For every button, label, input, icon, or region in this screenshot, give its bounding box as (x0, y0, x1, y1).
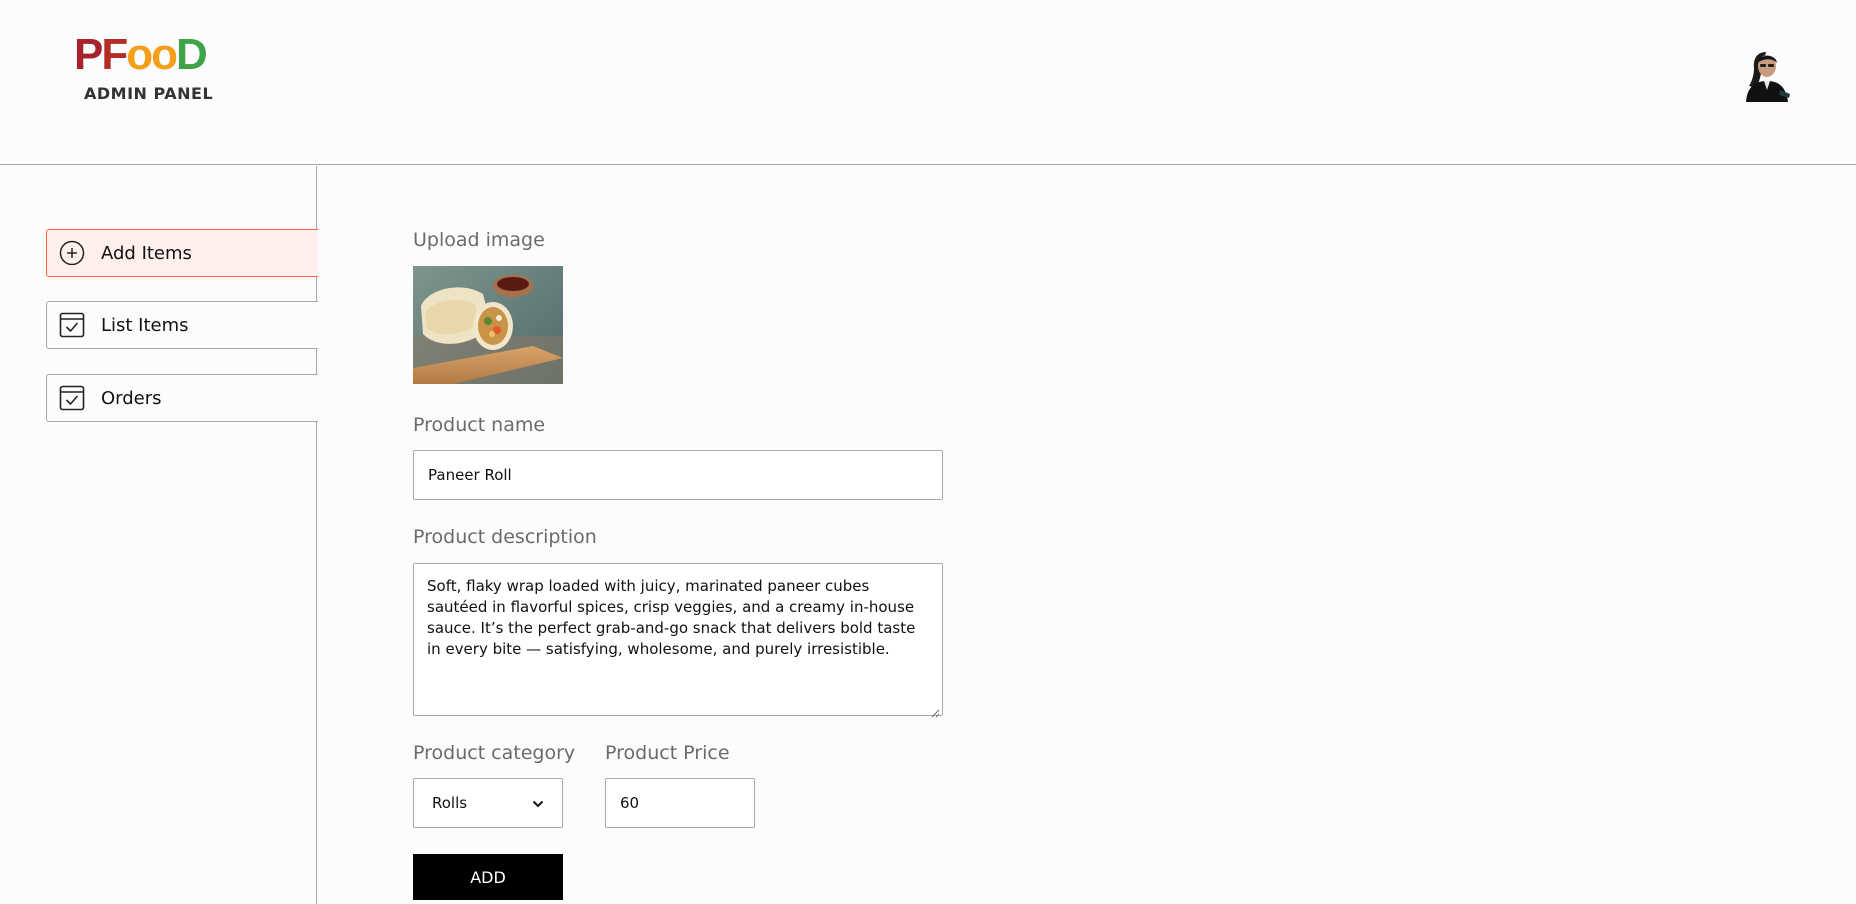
sidebar-item-label: List Items (101, 314, 189, 336)
sidebar-item-add-items[interactable]: Add Items (46, 229, 318, 277)
product-name-label: Product name (413, 414, 546, 436)
product-name-input[interactable]: Paneer Roll (413, 450, 943, 500)
pfood-logo: P Foo D ADMIN PANEL (74, 32, 214, 110)
add-button[interactable]: ADD (413, 854, 563, 900)
product-description-label: Product description (413, 526, 597, 548)
product-description-textarea[interactable]: Soft, flaky wrap loaded with juicy, mari… (413, 563, 943, 718)
sidebar-item-label: Orders (101, 387, 162, 409)
chevron-down-icon (532, 779, 544, 827)
upload-image-label: Upload image (413, 229, 545, 251)
checklist-icon (59, 312, 85, 338)
product-price-label: Product Price (605, 742, 730, 764)
upload-image-preview[interactable] (413, 266, 563, 384)
add-circle-icon (59, 240, 85, 266)
resize-grip-icon[interactable] (930, 703, 940, 718)
checklist-icon (59, 385, 85, 411)
category-selected-value: Rolls (432, 794, 468, 812)
product-category-label: Product category (413, 742, 576, 764)
sidebar: Add Items List Items Orders (0, 166, 318, 904)
add-item-form: Upload image Product name Paneer Roll Pr… (413, 166, 1813, 904)
logo-subtitle: ADMIN PANEL (84, 84, 214, 103)
profile-avatar[interactable] (1740, 48, 1794, 102)
description-text: Soft, flaky wrap loaded with juicy, mari… (427, 577, 916, 658)
navbar: P Foo D ADMIN PANEL (0, 0, 1856, 165)
sidebar-item-orders[interactable]: Orders (46, 374, 318, 422)
product-price-input[interactable]: 60 (605, 778, 755, 828)
sidebar-item-list-items[interactable]: List Items (46, 301, 318, 349)
logo-wordmark: P Foo D (74, 30, 208, 79)
product-category-select[interactable]: Rolls (413, 778, 563, 828)
sidebar-item-label: Add Items (101, 242, 192, 264)
